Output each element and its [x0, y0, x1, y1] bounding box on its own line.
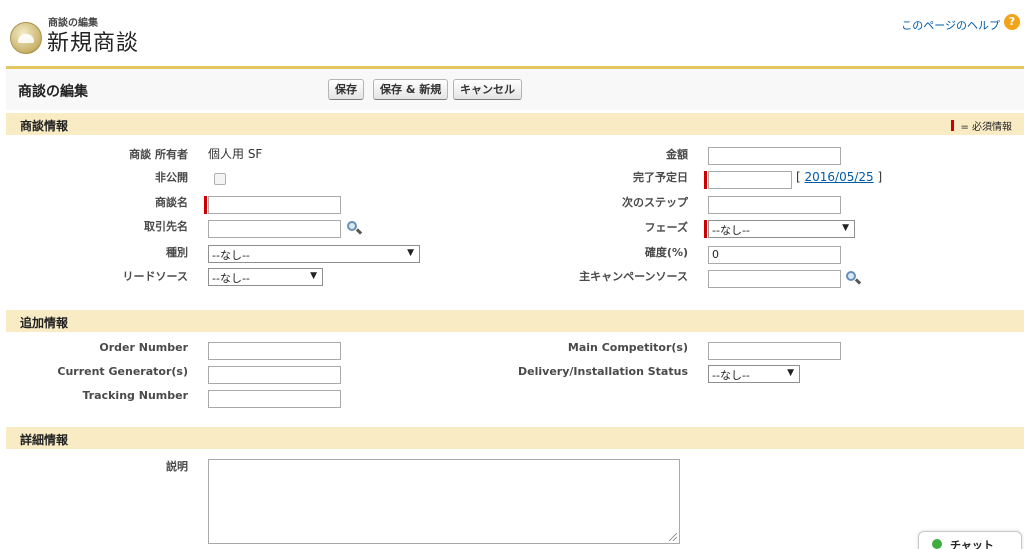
lead-source-selected: --なし--: [212, 272, 250, 285]
required-legend: = 必須情報: [951, 118, 1012, 133]
next-step-label: 次のステップ: [622, 196, 688, 209]
chevron-down-icon: ▼: [310, 271, 317, 281]
section-detail-info: 詳細情報: [6, 427, 1024, 449]
probability-label: 確度(%): [644, 246, 688, 259]
lead-source-select[interactable]: --なし-- ▼: [208, 268, 323, 286]
description-textarea[interactable]: [208, 459, 680, 544]
owner-value: 個人用 SF: [208, 147, 263, 161]
edit-block-header: 商談の編集 保存 保存 & 新規 キャンセル: [6, 69, 1024, 110]
chat-label: チャット: [950, 539, 994, 549]
required-marker: [204, 196, 207, 214]
section-title: 商談情報: [20, 119, 69, 133]
campaign-source-input[interactable]: [708, 270, 841, 288]
stage-select[interactable]: --なし-- ▼: [708, 220, 855, 238]
account-name-input[interactable]: [208, 220, 341, 238]
amount-label: 金額: [666, 148, 688, 161]
cancel-button[interactable]: キャンセル: [453, 79, 522, 100]
owner-label: 商談 所有者: [129, 148, 188, 161]
stage-label: フェーズ: [644, 221, 688, 234]
delivery-status-selected: --なし--: [712, 369, 750, 382]
amount-input[interactable]: [708, 147, 841, 165]
bracket-close: ]: [877, 170, 883, 184]
current-generators-label: Current Generator(s): [57, 365, 188, 378]
stage-selected: --なし--: [712, 224, 750, 237]
order-number-label: Order Number: [99, 341, 188, 354]
page-title: 新規商談: [47, 31, 140, 56]
tracking-number-input[interactable]: [208, 390, 341, 408]
bracket-open: [: [796, 170, 801, 184]
account-name-label: 取引先名: [144, 220, 188, 233]
chevron-down-icon: ▼: [787, 368, 794, 378]
chat-widget[interactable]: チャット: [918, 531, 1022, 549]
delivery-status-select[interactable]: --なし-- ▼: [708, 365, 800, 383]
opportunity-name-input[interactable]: [208, 196, 341, 214]
type-selected: --なし--: [212, 249, 250, 262]
delivery-status-label: Delivery/Installation Status: [518, 365, 688, 378]
main-competitors-label: Main Competitor(s): [567, 341, 688, 354]
section-title: 追加情報: [20, 316, 69, 330]
page-header: 商談の編集 新規商談 このページのヘルプ ?: [0, 0, 1024, 66]
required-marker: [704, 220, 707, 238]
type-label: 種別: [166, 246, 188, 259]
section-additional-info: 追加情報: [6, 310, 1024, 332]
edit-block: 商談の編集 保存 保存 & 新規 キャンセル 商談情報 = 必須情報 商談 所有…: [6, 66, 1024, 549]
next-step-input[interactable]: [708, 196, 841, 214]
close-date-input[interactable]: [708, 171, 792, 189]
required-marker: [704, 171, 707, 189]
chevron-down-icon: ▼: [842, 223, 849, 233]
resize-handle-icon[interactable]: [669, 533, 677, 541]
private-checkbox[interactable]: [214, 173, 226, 185]
probability-input[interactable]: 0: [708, 246, 841, 264]
section-title: 詳細情報: [20, 433, 69, 447]
required-legend-text: = 必須情報: [960, 122, 1012, 133]
main-competitors-input[interactable]: [708, 342, 841, 360]
save-button[interactable]: 保存: [328, 79, 364, 100]
edit-block-title: 商談の編集: [18, 84, 88, 100]
today-date-link-wrapper: [ 2016/05/25 ]: [796, 170, 882, 184]
campaign-lookup-icon[interactable]: [845, 270, 862, 286]
lead-source-label: リードソース: [122, 270, 188, 283]
close-date-label: 完了予定日: [633, 171, 688, 184]
chat-status-icon: [932, 539, 942, 549]
section-opportunity-info: 商談情報 = 必須情報: [6, 113, 1024, 135]
help-link[interactable]: このページのヘルプ: [901, 17, 1000, 33]
account-lookup-icon[interactable]: [346, 220, 363, 236]
save-new-button[interactable]: 保存 & 新規: [373, 79, 449, 100]
required-marker: [951, 120, 955, 131]
chevron-down-icon: ▼: [407, 248, 414, 258]
type-select[interactable]: --なし-- ▼: [208, 245, 420, 263]
opportunity-name-label: 商談名: [155, 196, 188, 209]
order-number-input[interactable]: [208, 342, 341, 360]
today-date-link[interactable]: 2016/05/25: [805, 170, 874, 184]
opportunity-icon: [10, 22, 42, 54]
tracking-number-label: Tracking Number: [82, 389, 188, 402]
private-label: 非公開: [155, 171, 188, 184]
help-icon[interactable]: ?: [1004, 14, 1020, 30]
campaign-source-label: 主キャンペーンソース: [579, 270, 688, 283]
description-label: 説明: [166, 460, 188, 473]
current-generators-input[interactable]: [208, 366, 341, 384]
